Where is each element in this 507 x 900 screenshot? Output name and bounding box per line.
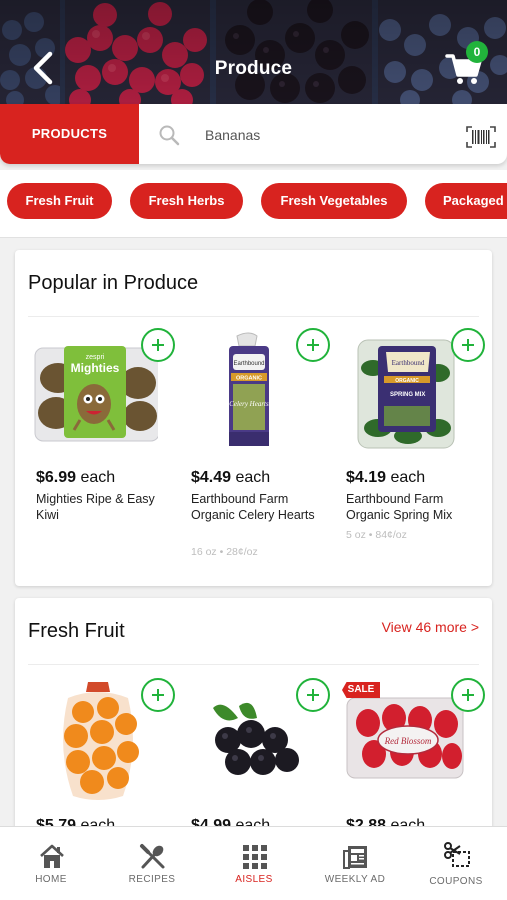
search-input[interactable] (205, 125, 445, 145)
product-size: 5 oz • 84¢/oz (346, 529, 407, 541)
search-icon (159, 125, 180, 146)
newspaper-icon (343, 846, 367, 869)
svg-text:ORGANIC: ORGANIC (236, 376, 262, 382)
svg-text:Mighties: Mighties (71, 361, 120, 375)
tab-label: COUPONS (429, 876, 483, 887)
tab-recipes[interactable]: RECIPES (102, 827, 202, 900)
view-more-link[interactable]: View 46 more > (382, 619, 479, 635)
add-to-cart-button[interactable] (296, 328, 330, 362)
bottom-tab-bar: HOME RECIPES AISLES WEEKLY AD COUPONS (0, 826, 507, 900)
sale-badge: SALE (342, 682, 380, 698)
chip-packaged[interactable]: Packaged (425, 183, 507, 219)
product-image-spring-mix: Earthbound ORGANIC SPRING MIX (357, 339, 455, 449)
tab-label: AISLES (235, 874, 273, 885)
tab-label: RECIPES (128, 874, 176, 885)
svg-text:Celery Hearts: Celery Hearts (229, 400, 269, 408)
product-size: 16 oz • 28¢/oz (191, 546, 258, 558)
svg-text:zespri: zespri (86, 354, 105, 361)
category-chips: Fresh Fruit Fresh Herbs Fresh Vegetables… (0, 170, 507, 238)
tab-coupons[interactable]: COUPONS (406, 827, 506, 900)
chip-fresh-herbs[interactable]: Fresh Herbs (130, 183, 243, 219)
product-card[interactable]: zespri Mighties $6.99 each Mighties Ripe… (28, 328, 175, 578)
product-image-blackberries (213, 702, 299, 775)
divider (28, 664, 479, 665)
svg-text:SPRING MIX: SPRING MIX (390, 392, 425, 398)
product-card[interactable]: Earthbound ORGANIC Celery Hearts $4.49 e… (183, 328, 330, 578)
product-card[interactable]: $4.99 each (183, 678, 330, 838)
add-to-cart-button[interactable] (296, 678, 330, 712)
tab-weekly-ad[interactable]: WEEKLY AD (305, 827, 405, 900)
product-price: $4.49 each (191, 469, 271, 486)
tab-label: WEEKLY AD (324, 874, 386, 885)
add-to-cart-button[interactable] (451, 678, 485, 712)
utensils-icon (140, 844, 165, 869)
chip-fresh-fruit[interactable]: Fresh Fruit (7, 183, 112, 219)
grid-icon (243, 845, 267, 869)
tab-aisles[interactable]: AISLES (204, 827, 304, 900)
product-name: Mighties Ripe & Easy Kiwi (36, 492, 155, 522)
product-card[interactable]: $5.79 each (28, 678, 175, 838)
search-bar: PRODUCTS (0, 104, 507, 164)
product-image-celery: Earthbound ORGANIC Celery Hearts (229, 332, 269, 446)
popular-section: Popular in Produce zespri Mighties $6.99… (15, 250, 492, 586)
add-to-cart-button[interactable] (451, 328, 485, 362)
svg-text:Earthbound: Earthbound (392, 359, 425, 367)
chip-fresh-vegetables[interactable]: Fresh Vegetables (261, 183, 407, 219)
product-name: Earthbound Farm Organic Celery Hearts (191, 492, 315, 522)
product-price: $6.99 each (36, 469, 116, 486)
cart-count-badge: 0 (466, 41, 488, 63)
product-name: Earthbound Farm Organic Spring Mix (346, 492, 453, 522)
barcode-scanner-icon[interactable] (466, 126, 496, 148)
header-banner (0, 0, 507, 104)
product-image-oranges (63, 682, 139, 800)
svg-text:Red Blossom: Red Blossom (384, 736, 432, 746)
divider (28, 316, 479, 317)
banner-shade (0, 0, 507, 104)
home-icon (40, 844, 64, 868)
tab-label: HOME (35, 874, 67, 885)
section-title: Fresh Fruit (28, 620, 125, 642)
tab-home[interactable]: HOME (1, 827, 101, 900)
add-to-cart-button[interactable] (141, 678, 175, 712)
scissors-icon (444, 842, 470, 867)
section-title: Popular in Produce (28, 272, 199, 294)
page-title: Produce (214, 58, 293, 79)
svg-text:Earthbound: Earthbound (233, 361, 264, 367)
product-card[interactable]: Earthbound ORGANIC SPRING MIX $4.19 each… (338, 328, 485, 578)
add-to-cart-button[interactable] (141, 328, 175, 362)
product-card[interactable]: Red Blossom SALE $2.88 each (338, 678, 485, 838)
product-price: $4.19 each (346, 469, 426, 486)
products-search-tab[interactable]: PRODUCTS (0, 104, 139, 164)
svg-text:ORGANIC: ORGANIC (395, 378, 419, 384)
product-image-kiwi: zespri Mighties (34, 346, 158, 442)
fresh-fruit-section: Fresh Fruit View 46 more > $5.79 each (15, 598, 492, 838)
